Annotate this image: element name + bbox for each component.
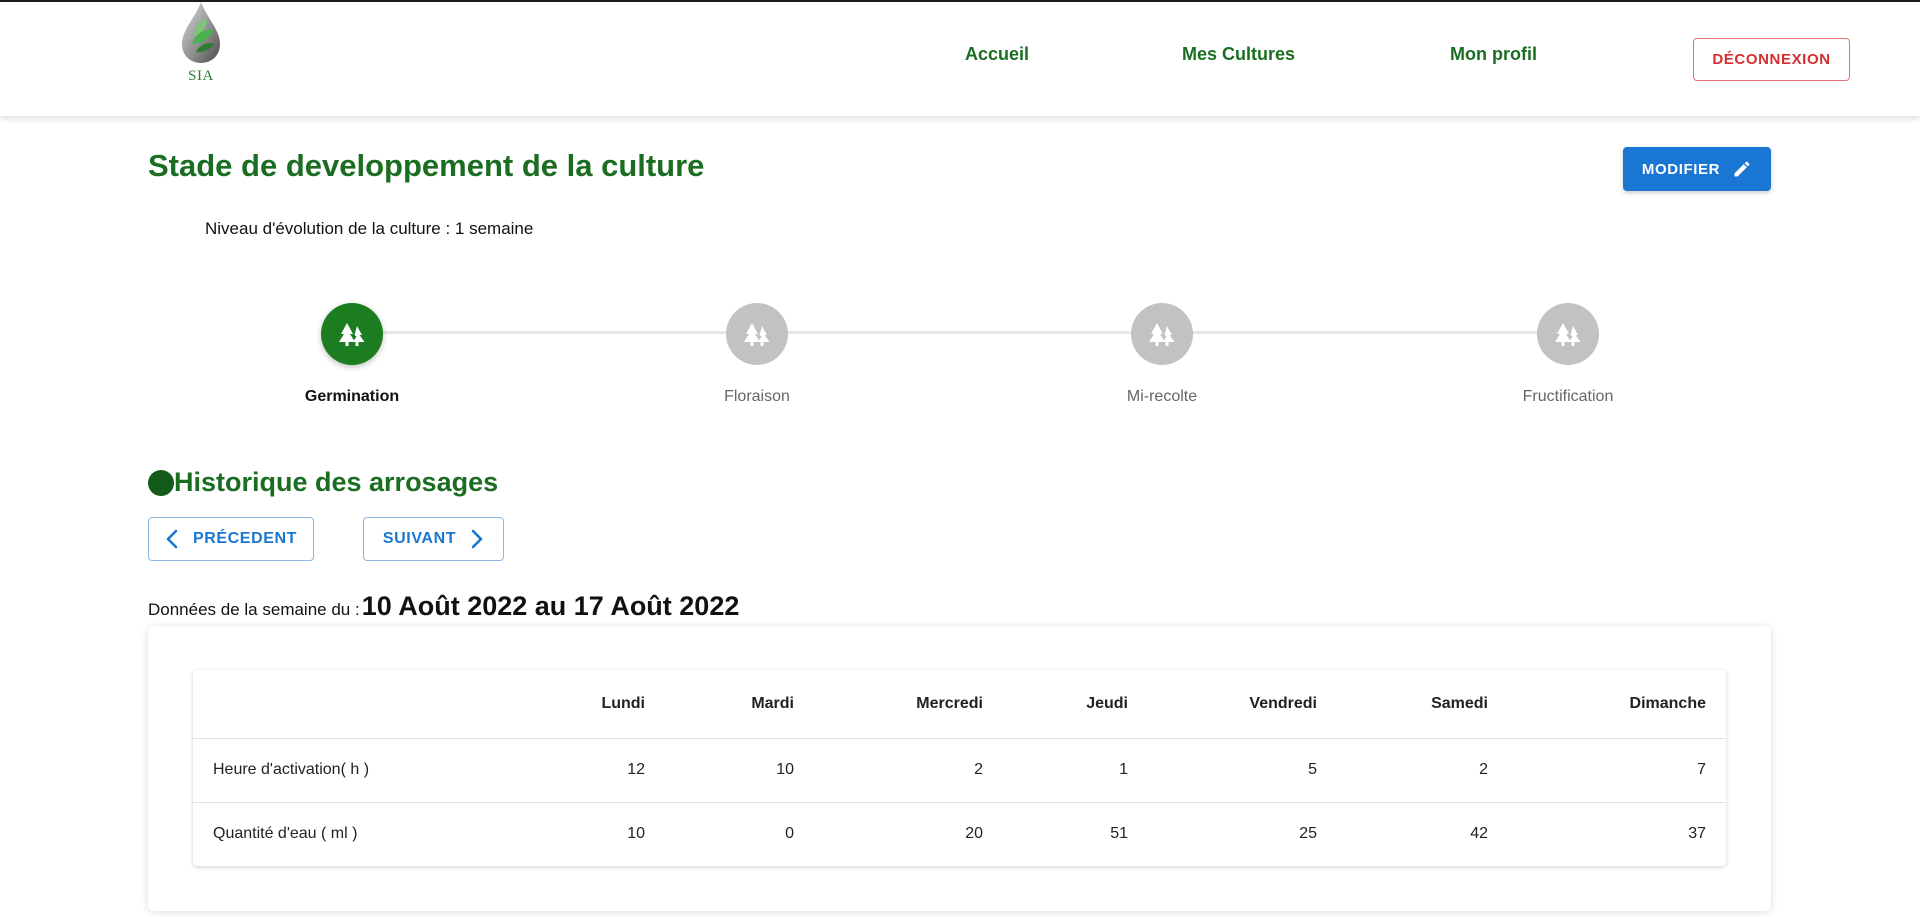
table-cell: 37 — [1508, 801, 1726, 866]
table-cell: 2 — [1337, 737, 1508, 802]
forest-icon — [1555, 323, 1581, 346]
column-header — [193, 670, 531, 738]
step-circle — [726, 303, 788, 365]
column-header: Mardi — [751, 694, 794, 712]
row-label: Heure d'activation( h ) — [193, 737, 531, 802]
table-cell: 25 — [1148, 801, 1337, 866]
logo-text: SIA — [188, 68, 214, 84]
watering-history-card: Lundi Mardi Mercredi Jeudi Vendredi Same… — [148, 626, 1771, 911]
step-circle — [1131, 303, 1193, 365]
table-row: Heure d'activation( h ) 12 10 2 1 5 2 7 — [193, 737, 1726, 802]
step-germination[interactable]: Germination — [305, 303, 399, 405]
table-row: Quantité d'eau ( ml ) 10 0 20 51 25 42 3… — [193, 801, 1726, 866]
column-header: Mercredi — [916, 694, 983, 712]
page-title: Stade de developpement de la culture — [148, 148, 705, 183]
forest-icon — [1149, 323, 1175, 346]
next-week-label: SUIVANT — [382, 530, 457, 547]
sia-logo[interactable]: SIA — [176, 2, 226, 88]
watering-table-container: Lundi Mardi Mercredi Jeudi Vendredi Same… — [193, 670, 1726, 866]
step-label: Floraison — [724, 388, 790, 405]
row-label: Quantité d'eau ( ml ) — [193, 801, 531, 866]
pencil-icon — [1734, 161, 1750, 177]
column-header: Lundi — [601, 694, 645, 712]
column-header: Dimanche — [1629, 694, 1706, 712]
stepper-connector — [383, 331, 1568, 334]
previous-week-label: PRÉCEDENT — [192, 530, 298, 547]
next-week-button[interactable]: SUIVANT — [363, 517, 504, 561]
table-cell: 42 — [1337, 801, 1508, 866]
table-cell: 20 — [814, 801, 1003, 866]
table-cell: 5 — [1148, 737, 1337, 802]
column-header: Jeudi — [1086, 694, 1128, 712]
forest-icon — [744, 323, 770, 346]
week-range-dates: 10 Août 2022 au 17 Août 2022 — [361, 591, 740, 621]
table-header-row: Lundi Mardi Mercredi Jeudi Vendredi Same… — [193, 670, 1726, 738]
edit-button-label: MODIFIER — [1641, 160, 1721, 178]
edit-button[interactable]: MODIFIER — [1623, 147, 1771, 191]
step-label: Mi-recolte — [1126, 388, 1198, 405]
week-range-prefix: Données de la semaine du : — [148, 600, 360, 619]
history-title-text: Historique des arrosages — [174, 467, 499, 497]
evolution-level-text: Niveau d'évolution de la culture : 1 sem… — [205, 219, 534, 238]
watering-table: Lundi Mardi Mercredi Jeudi Vendredi Same… — [193, 670, 1726, 866]
forest-icon — [339, 323, 365, 346]
step-circle — [321, 303, 383, 365]
previous-week-button[interactable]: PRÉCEDENT — [148, 517, 314, 561]
nav-link-mes-cultures[interactable]: Mes Cultures — [1182, 44, 1295, 65]
nav-link-mon-profil[interactable]: Mon profil — [1450, 44, 1537, 65]
step-circle — [1537, 303, 1599, 365]
table-cell: 10 — [665, 737, 814, 802]
step-mi-recolte[interactable]: Mi-recolte — [1127, 303, 1197, 405]
week-range: Données de la semaine du : 10 Août 2022 … — [148, 591, 739, 622]
navbar: SIA Accueil Mes Cultures Mon profil DÉCO… — [0, 2, 1920, 116]
history-title: Historique des arrosages — [148, 467, 498, 498]
step-label: Fructification — [1522, 388, 1614, 405]
table-cell: 2 — [814, 737, 1003, 802]
logout-button[interactable]: DÉCONNEXION — [1693, 38, 1850, 81]
table-cell: 1 — [1003, 737, 1148, 802]
chevron-right-icon — [471, 529, 483, 549]
column-header: Vendredi — [1249, 694, 1317, 712]
table-cell: 7 — [1508, 737, 1726, 802]
bullet-dot-icon — [148, 469, 174, 496]
column-header: Samedi — [1431, 694, 1488, 712]
nav-link-accueil[interactable]: Accueil — [965, 44, 1029, 65]
table-cell: 12 — [531, 737, 665, 802]
table-cell: 51 — [1003, 801, 1148, 866]
table-cell: 0 — [665, 801, 814, 866]
table-cell: 10 — [531, 801, 665, 866]
water-drop-leaf-icon — [182, 2, 220, 63]
step-fructification[interactable]: Fructification — [1523, 303, 1613, 405]
step-label: Germination — [304, 388, 400, 405]
chevron-left-icon — [166, 529, 178, 549]
step-floraison[interactable]: Floraison — [724, 303, 790, 405]
